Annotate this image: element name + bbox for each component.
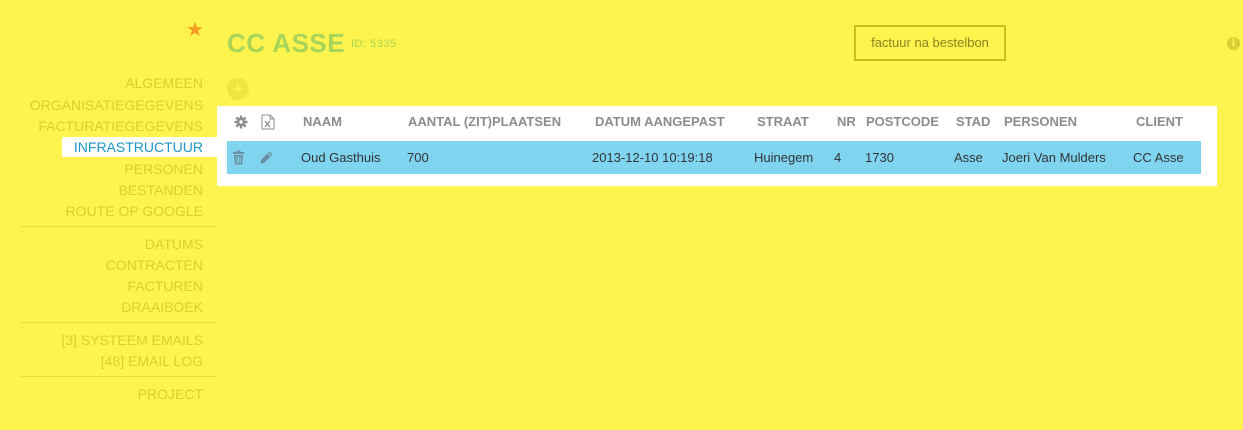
page-title: CC ASSE <box>227 28 346 58</box>
column-header-datum-aangepast[interactable]: DATUM AANGEPAST <box>595 115 725 129</box>
column-header-stad[interactable]: STAD <box>956 115 990 129</box>
info-icon[interactable]: i <box>1227 37 1240 50</box>
sidebar-item-draaiboek[interactable]: DRAAIBOEK <box>121 299 203 315</box>
column-header-client[interactable]: CLIENT <box>1136 115 1183 129</box>
cell-datum-aangepast: 2013-12-10 10:19:18 <box>592 150 713 165</box>
sidebar-item-contracten[interactable]: CONTRACTEN <box>106 257 203 273</box>
column-header-nr[interactable]: NR <box>837 115 856 129</box>
cell-naam: Oud Gasthuis <box>301 150 381 165</box>
cell-personen: Joeri Van Mulders <box>1002 150 1106 165</box>
cell-plaatsen: 700 <box>407 150 429 165</box>
cell-client: CC Asse <box>1133 150 1184 165</box>
sidebar-item-organisatiegegevens[interactable]: ORGANISATIEGEGEVENS <box>30 97 203 113</box>
factuur-na-bestelbon-button[interactable]: factuur na bestelbon <box>854 25 1006 61</box>
sidebar-item-algemeen[interactable]: ALGEMEEN <box>125 75 203 91</box>
sidebar-item-route-op-google[interactable]: ROUTE OP GOOGLE <box>66 203 203 219</box>
cell-nr: 4 <box>834 150 842 165</box>
sidebar: ★ ALGEMEEN ORGANISATIEGEGEVENS FACTURATI… <box>0 0 217 430</box>
sidebar-divider <box>20 226 217 227</box>
sidebar-item-personen[interactable]: PERSONEN <box>124 161 203 177</box>
gear-icon[interactable] <box>234 115 248 131</box>
sidebar-item-facturatiegegevens[interactable]: FACTURATIEGEGEVENS <box>38 118 203 134</box>
star-icon[interactable]: ★ <box>186 20 206 40</box>
column-header-personen[interactable]: PERSONEN <box>1004 115 1077 129</box>
add-icon[interactable]: + <box>227 78 249 100</box>
column-header-aantal-plaatsen[interactable]: AANTAL (ZIT)PLAATSEN <box>408 115 561 129</box>
record-id: ID: 5335 <box>351 38 397 50</box>
column-header-straat[interactable]: STRAAT <box>757 115 809 129</box>
sidebar-item-infrastructuur[interactable]: INFRASTRUCTUUR <box>62 137 217 157</box>
cell-straat: Huinegem <box>754 150 814 165</box>
sidebar-divider <box>20 322 217 323</box>
sidebar-item-systeem-emails[interactable]: [3] SYSTEEM EMAILS <box>61 332 203 348</box>
sidebar-item-project[interactable]: PROJECT <box>138 386 203 402</box>
sidebar-item-facturen[interactable]: FACTUREN <box>128 278 203 294</box>
sidebar-item-bestanden[interactable]: BESTANDEN <box>118 182 203 198</box>
column-header-postcode[interactable]: POSTCODE <box>866 115 939 129</box>
trash-icon[interactable] <box>232 150 245 167</box>
cell-stad: Asse <box>954 150 983 165</box>
sidebar-item-email-log[interactable]: [48] EMAIL LOG <box>101 353 203 369</box>
sidebar-divider <box>20 376 217 377</box>
cell-postcode: 1730 <box>865 150 894 165</box>
excel-export-icon[interactable] <box>261 114 275 132</box>
pencil-icon[interactable] <box>259 150 274 167</box>
sidebar-item-datums[interactable]: DATUMS <box>145 236 203 252</box>
column-header-naam[interactable]: NAAM <box>303 115 342 129</box>
